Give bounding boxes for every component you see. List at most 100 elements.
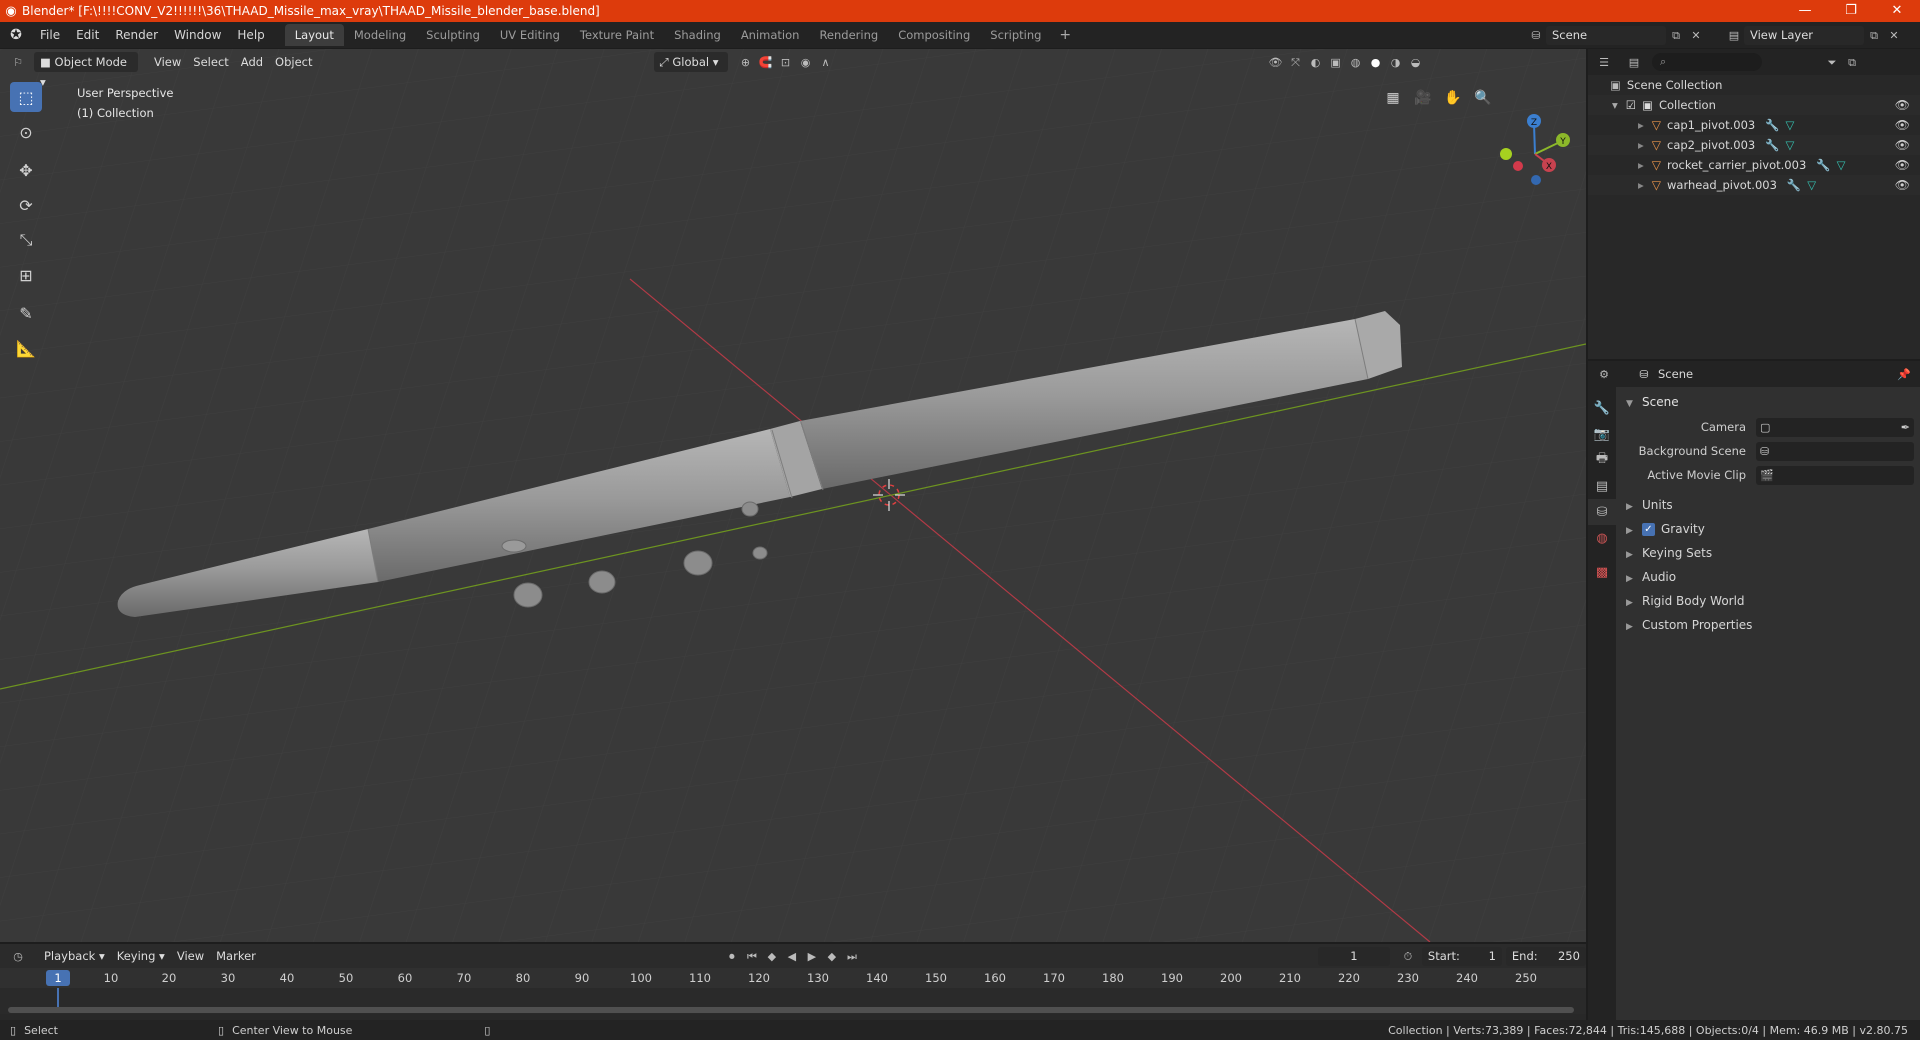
- output-tab-icon[interactable]: 🖶: [1588, 447, 1616, 473]
- object-menu[interactable]: Object: [269, 52, 318, 72]
- tab-sculpting[interactable]: Sculpting: [416, 24, 490, 46]
- playback-menu[interactable]: Playback ▾: [38, 946, 111, 966]
- timeline-view-menu[interactable]: View: [171, 946, 210, 966]
- expand-object-icon[interactable]: ▸: [1638, 118, 1644, 132]
- outliner-search-input[interactable]: ⌕: [1652, 53, 1762, 71]
- view-layer-selector[interactable]: ▤ View Layer ⧉ ✕: [1724, 25, 1914, 45]
- object-visibility-icon[interactable]: 👁: [1895, 115, 1910, 135]
- marker-menu[interactable]: Marker: [210, 946, 262, 966]
- prev-keyframe-icon[interactable]: ◆: [762, 947, 782, 966]
- outliner-editor-icon[interactable]: ☰: [1594, 53, 1614, 72]
- keying-menu[interactable]: Keying ▾: [111, 946, 171, 966]
- camera-field[interactable]: ▢ ✒: [1756, 417, 1914, 437]
- expand-object-icon[interactable]: ▸: [1638, 138, 1644, 152]
- pan-view-icon[interactable]: ✋: [1440, 85, 1466, 111]
- solid-shading-icon[interactable]: ●: [1366, 53, 1386, 72]
- wireframe-shading-icon[interactable]: ◍: [1346, 53, 1366, 72]
- end-frame-field[interactable]: End: 250: [1505, 946, 1586, 966]
- view-menu[interactable]: View: [148, 52, 187, 72]
- view-layer-tab-icon[interactable]: ▤: [1588, 473, 1616, 499]
- tab-scripting[interactable]: Scripting: [980, 24, 1051, 46]
- outliner-object-row[interactable]: ▸ ▽ rocket_carrier_pivot.003 🔧 ▽ 👁: [1588, 155, 1920, 175]
- menu-file[interactable]: File: [32, 22, 68, 48]
- close-button[interactable]: ✕: [1874, 0, 1920, 22]
- rendered-shading-icon[interactable]: ◒: [1406, 53, 1426, 72]
- falloff-icon[interactable]: ∧: [816, 53, 836, 72]
- proportional-edit-icon[interactable]: ◉: [796, 53, 816, 72]
- expand-object-icon[interactable]: ▸: [1638, 158, 1644, 172]
- gizmo-toggle-icon[interactable]: ⤧: [1286, 53, 1306, 72]
- scene-panel-header[interactable]: ▼ Scene: [1622, 391, 1914, 413]
- blender-menu-icon[interactable]: ✪: [0, 27, 32, 43]
- render-tab-icon[interactable]: 📷: [1588, 421, 1616, 447]
- eyedropper-icon[interactable]: ✒: [1901, 421, 1910, 434]
- modifier-icon[interactable]: 🔧: [1816, 158, 1830, 172]
- transform-tool-icon[interactable]: ⊞: [10, 260, 42, 290]
- modifier-icon[interactable]: 🔧: [1787, 178, 1801, 192]
- select-box-tool-icon[interactable]: ⬚: [10, 82, 42, 112]
- rigid-body-world-panel[interactable]: ▶ Rigid Body World: [1622, 589, 1914, 613]
- jump-start-icon[interactable]: ⏮: [742, 947, 762, 966]
- object-visibility-icon[interactable]: 👁: [1895, 155, 1910, 175]
- gravity-panel[interactable]: ▶ ✓ Gravity: [1622, 517, 1914, 541]
- collection-visibility-icon[interactable]: 👁: [1895, 95, 1910, 115]
- texture-tab-icon[interactable]: ▩: [1588, 559, 1616, 585]
- rotate-tool-icon[interactable]: ⟳: [10, 190, 42, 220]
- collection-row[interactable]: ▾ ☑ ▣ Collection 👁: [1588, 95, 1920, 115]
- outliner-object-row[interactable]: ▸ ▽ cap1_pivot.003 🔧 ▽ 👁: [1588, 115, 1920, 135]
- tab-uv-editing[interactable]: UV Editing: [490, 24, 570, 46]
- background-scene-field[interactable]: ⛁: [1756, 441, 1914, 461]
- filter-icon[interactable]: ⏷: [1822, 53, 1842, 72]
- playhead-frame[interactable]: 1: [46, 970, 70, 986]
- modifier-icon[interactable]: 🔧: [1765, 118, 1779, 132]
- tab-shading[interactable]: Shading: [664, 24, 731, 46]
- view-layer-field[interactable]: View Layer: [1744, 25, 1864, 45]
- custom-properties-panel[interactable]: ▶ Custom Properties: [1622, 613, 1914, 637]
- cursor-tool-icon[interactable]: ⊙: [10, 117, 42, 147]
- overlay-toggle-icon[interactable]: ◐: [1306, 53, 1326, 72]
- mode-dropdown[interactable]: ■ Object Mode ▾: [34, 52, 138, 89]
- modifier-icon[interactable]: 🔧: [1765, 138, 1779, 152]
- world-tab-icon[interactable]: ◍: [1588, 525, 1616, 551]
- menu-help[interactable]: Help: [229, 22, 272, 48]
- new-view-layer-icon[interactable]: ⧉: [1864, 26, 1884, 45]
- editor-type-icon[interactable]: ⚐: [8, 53, 28, 72]
- mesh-data-icon[interactable]: ▽: [1837, 158, 1846, 172]
- tool-tab-icon[interactable]: 🔧: [1588, 395, 1616, 421]
- measure-tool-icon[interactable]: 📐: [10, 333, 42, 363]
- tab-layout[interactable]: Layout: [284, 24, 344, 46]
- maximize-button[interactable]: ❐: [1828, 0, 1874, 22]
- scene-selector[interactable]: ⛁ Scene ⧉ ✕: [1526, 25, 1721, 45]
- timeline-scrollbar[interactable]: [8, 1007, 1574, 1013]
- minimize-button[interactable]: —: [1782, 0, 1828, 22]
- outliner-object-row[interactable]: ▸ ▽ cap2_pivot.003 🔧 ▽ 👁: [1588, 135, 1920, 155]
- expand-object-icon[interactable]: ▸: [1638, 178, 1644, 192]
- scene-tab-icon[interactable]: ⛁: [1588, 499, 1616, 525]
- select-menu[interactable]: Select: [187, 52, 234, 72]
- record-icon[interactable]: ⏺: [722, 947, 742, 966]
- scene-collection-row[interactable]: ▣ Scene Collection: [1588, 75, 1920, 95]
- remove-view-layer-icon[interactable]: ✕: [1884, 26, 1904, 45]
- object-visibility-icon[interactable]: 👁: [1895, 175, 1910, 195]
- mesh-data-icon[interactable]: ▽: [1786, 118, 1795, 132]
- outliner-object-row[interactable]: ▸ ▽ warhead_pivot.003 🔧 ▽ 👁: [1588, 175, 1920, 195]
- audio-panel[interactable]: ▶ Audio: [1622, 565, 1914, 589]
- xray-toggle-icon[interactable]: ▣: [1326, 53, 1346, 72]
- visibility-icon[interactable]: 👁: [1266, 53, 1286, 72]
- tab-compositing[interactable]: Compositing: [888, 24, 980, 46]
- new-scene-icon[interactable]: ⧉: [1666, 26, 1686, 45]
- transform-orientation-dropdown[interactable]: ⤢ Global ▾: [653, 52, 728, 72]
- tab-rendering[interactable]: Rendering: [809, 24, 888, 46]
- start-frame-field[interactable]: Start: 1: [1421, 946, 1502, 966]
- timeline-editor-icon[interactable]: ◷: [8, 947, 28, 966]
- movie-clip-field[interactable]: 🎬: [1756, 465, 1914, 485]
- properties-editor-icon[interactable]: ⚙: [1594, 365, 1614, 384]
- gravity-checkbox[interactable]: ✓: [1642, 523, 1655, 536]
- keying-sets-panel[interactable]: ▶ Keying Sets: [1622, 541, 1914, 565]
- move-tool-icon[interactable]: ✥: [10, 155, 42, 185]
- menu-window[interactable]: Window: [166, 22, 229, 48]
- snap-icon[interactable]: 🧲: [756, 53, 776, 72]
- material-shading-icon[interactable]: ◑: [1386, 53, 1406, 72]
- add-menu[interactable]: Add: [235, 52, 269, 72]
- collection-checkbox-icon[interactable]: ☑: [1626, 98, 1636, 112]
